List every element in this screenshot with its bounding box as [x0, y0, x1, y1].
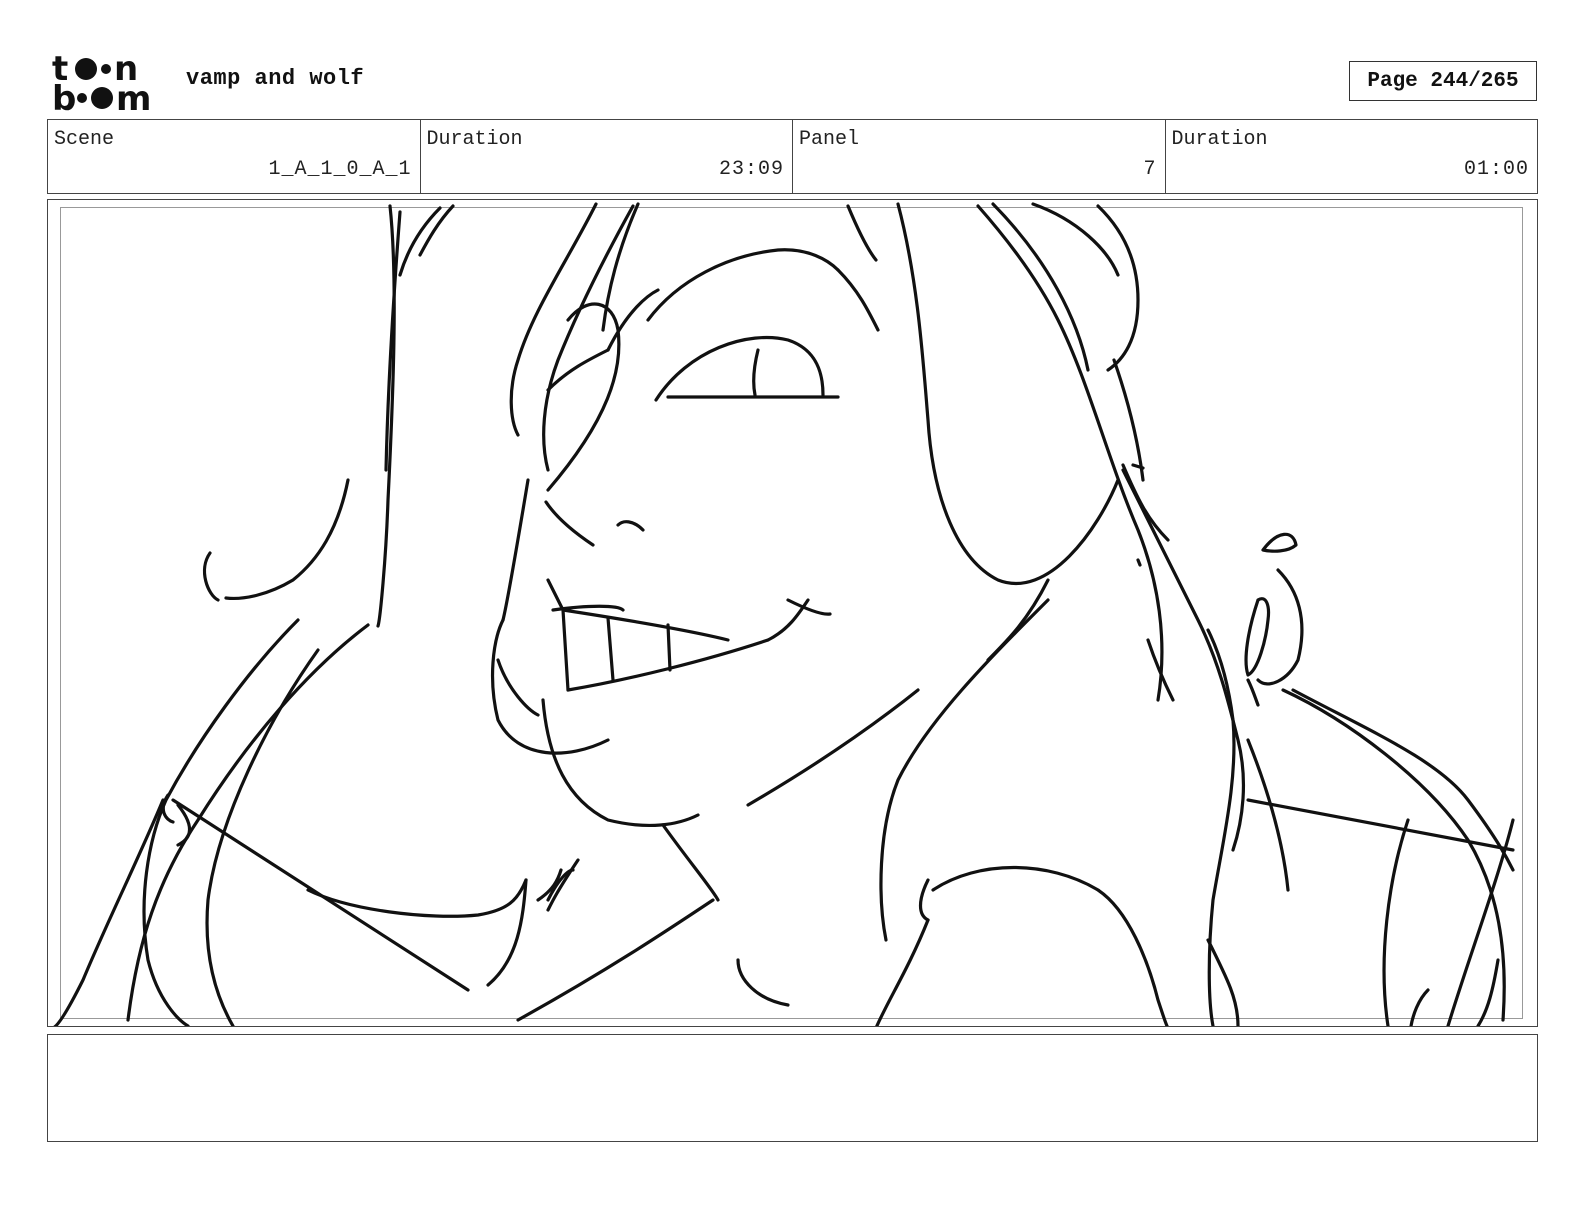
rough-sketch-drawing [53, 202, 1515, 1026]
storyboard-panel [47, 199, 1538, 1027]
scene-cell: Scene 1_A_1_0_A_1 [48, 120, 421, 193]
panel-duration-label: Duration [1171, 128, 1268, 151]
project-title: vamp and wolf [186, 66, 365, 91]
panel-duration-cell: Duration 01:00 [1166, 120, 1538, 193]
page-indicator: Page 244/265 [1349, 61, 1537, 101]
panel-duration-value: 01:00 [1463, 158, 1529, 181]
scene-label: Scene [54, 128, 115, 151]
toon-boom-logo: t n b m [50, 49, 166, 119]
panel-info-row: Scene 1_A_1_0_A_1 Duration 23:09 Panel 7… [47, 119, 1538, 194]
scene-value: 1_A_1_0_A_1 [268, 158, 412, 181]
panel-value: 7 [1143, 158, 1157, 181]
scene-duration-cell: Duration 23:09 [421, 120, 793, 193]
scene-duration-value: 23:09 [718, 158, 784, 181]
panel-label: Panel [799, 128, 860, 151]
svg-text:b: b [52, 79, 76, 114]
scene-duration-label: Duration [426, 128, 523, 151]
svg-text:m: m [116, 79, 151, 114]
panel-cell: Panel 7 [793, 120, 1166, 193]
panel-notes-box [47, 1034, 1538, 1142]
